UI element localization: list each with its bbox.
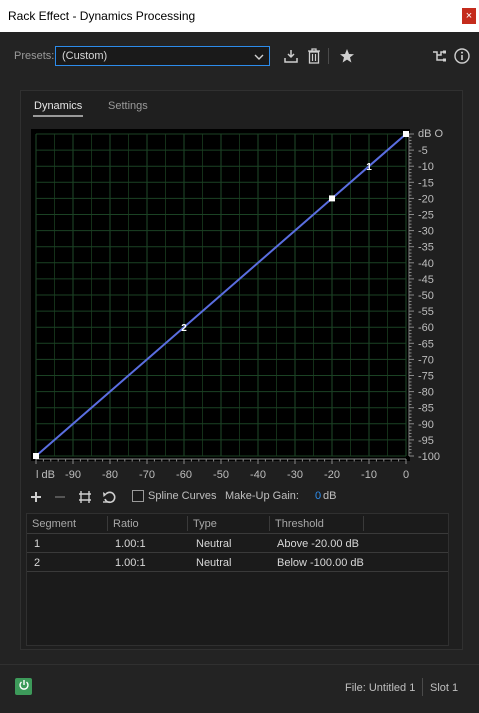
segments-table: Segment Ratio Type Threshold 1 1.00:1 Ne…: [26, 513, 449, 646]
makeup-gain-unit: dB: [323, 490, 337, 502]
table-row[interactable]: 1 1.00:1 Neutral Above -20.00 dB: [27, 534, 448, 553]
tab-dynamics[interactable]: Dynamics: [34, 100, 82, 112]
presets-value: (Custom): [62, 50, 108, 62]
y-tick-label: -25: [418, 210, 434, 222]
spline-curves-checkbox[interactable]: [132, 490, 144, 502]
download-preset-icon[interactable]: [281, 46, 301, 66]
y-tick-label: -45: [418, 274, 434, 286]
y-tick-label: -85: [418, 403, 434, 415]
invert-icon[interactable]: [77, 489, 93, 505]
table-row[interactable]: 2 1.00:1 Neutral Below -100.00 dB: [27, 553, 448, 572]
footer-bar: File: Untitled 1 Slot 1: [0, 664, 479, 713]
title-bar: Rack Effect - Dynamics Processing ×: [0, 0, 479, 32]
dynamics-graph[interactable]: dB O -5 -10 -15 -20 -25 -30 -35 -40 -45 -50 -55 -60 -…: [31, 128, 461, 484]
x-tick-label: -30: [287, 469, 303, 481]
column-divider[interactable]: [363, 516, 364, 531]
cell-threshold: Below -100.00 dB: [277, 557, 364, 569]
x-tick-label: l dB: [36, 469, 55, 481]
x-tick-label: -20: [324, 469, 340, 481]
x-tick-label: -10: [361, 469, 377, 481]
dialog-body: Presets: (Custom) Dynamics Settings dB O…: [0, 32, 479, 713]
window-title: Rack Effect - Dynamics Processing: [8, 9, 196, 23]
power-icon: [18, 679, 30, 694]
cell-ratio: 1.00:1: [115, 538, 146, 550]
x-tick-label: -40: [250, 469, 266, 481]
reset-icon[interactable]: [101, 489, 117, 505]
tab-settings[interactable]: Settings: [108, 100, 148, 112]
column-header-segment[interactable]: Segment: [32, 518, 76, 530]
x-tick-label: 0: [403, 469, 409, 481]
dynamics-graph-svg[interactable]: dB O -5 -10 -15 -20 -25 -30 -35 -40 -45 -50 -55 -60 -…: [31, 128, 461, 484]
cell-type: Neutral: [196, 557, 232, 569]
control-point-handle[interactable]: [329, 195, 335, 202]
y-tick-label: -65: [418, 338, 434, 350]
table-header: Segment Ratio Type Threshold: [27, 514, 448, 534]
column-divider[interactable]: [187, 516, 188, 531]
x-tick-label: -80: [102, 469, 118, 481]
star-icon[interactable]: [337, 46, 357, 66]
cell-ratio: 1.00:1: [115, 557, 146, 569]
toolbar-divider: [328, 48, 329, 64]
dynamics-panel: Dynamics Settings dB O -5 -10 -15 -20 -25 -30 -…: [20, 90, 463, 650]
y-tick-label: -40: [418, 258, 434, 270]
x-tick-label: -90: [65, 469, 81, 481]
x-tick-label: -50: [213, 469, 229, 481]
y-tick-label: -70: [418, 354, 434, 366]
y-tick-label: -10: [418, 161, 434, 173]
presets-label: Presets:: [14, 50, 55, 62]
file-label: File: Untitled 1: [345, 682, 416, 694]
slot-label: Slot 1: [430, 682, 459, 694]
remove-point-icon[interactable]: [52, 489, 68, 505]
control-point-handle[interactable]: [403, 131, 409, 137]
footer-divider: [422, 678, 423, 696]
y-tick-label: -20: [418, 193, 434, 205]
y-tick-label: -55: [418, 306, 434, 318]
y-tick-label: -80: [418, 387, 434, 399]
y-tick-label: -90: [418, 419, 434, 431]
segment-number-label: 2: [181, 323, 187, 334]
makeup-gain-value[interactable]: 0: [315, 490, 321, 502]
y-axis-unit-label: dB O: [418, 129, 444, 140]
column-header-type[interactable]: Type: [193, 518, 217, 530]
y-tick-label: -15: [418, 177, 434, 189]
x-tick-label: -60: [176, 469, 192, 481]
close-button[interactable]: ×: [462, 8, 476, 24]
segment-number-label: 1: [366, 162, 372, 173]
cell-segment: 2: [34, 557, 41, 569]
column-header-threshold[interactable]: Threshold: [275, 518, 324, 530]
chevron-down-icon: [254, 48, 264, 69]
presets-dropdown[interactable]: (Custom): [55, 46, 270, 66]
column-divider[interactable]: [269, 516, 270, 531]
cell-threshold: Above -20.00 dB: [277, 538, 359, 550]
info-icon[interactable]: [452, 46, 472, 66]
column-divider[interactable]: [107, 516, 108, 531]
y-tick-label: -75: [418, 371, 434, 383]
power-toggle-button[interactable]: [15, 678, 32, 695]
y-tick-label: -5: [418, 145, 428, 157]
control-point-handle[interactable]: [33, 453, 39, 459]
y-tick-label: -100: [418, 451, 440, 463]
x-tick-label: -70: [139, 469, 155, 481]
y-tick-label: -95: [418, 435, 434, 447]
presets-toolbar: Presets: (Custom): [0, 44, 479, 70]
tab-bar: Dynamics Settings: [21, 91, 464, 119]
column-header-ratio[interactable]: Ratio: [113, 518, 139, 530]
graph-controls: Spline Curves Make-Up Gain: 0 dB: [21, 487, 464, 509]
trash-icon[interactable]: [304, 46, 324, 66]
routing-icon[interactable]: [429, 46, 449, 66]
makeup-gain-label: Make-Up Gain:: [225, 490, 299, 502]
spline-curves-label: Spline Curves: [148, 490, 217, 502]
y-tick-label: -50: [418, 290, 434, 302]
y-tick-label: -35: [418, 242, 434, 254]
cell-segment: 1: [34, 538, 41, 550]
cell-type: Neutral: [196, 538, 232, 550]
add-point-icon[interactable]: [28, 489, 44, 505]
y-tick-label: -60: [418, 322, 434, 334]
active-tab-indicator: [33, 115, 83, 117]
y-tick-label: -30: [418, 226, 434, 238]
